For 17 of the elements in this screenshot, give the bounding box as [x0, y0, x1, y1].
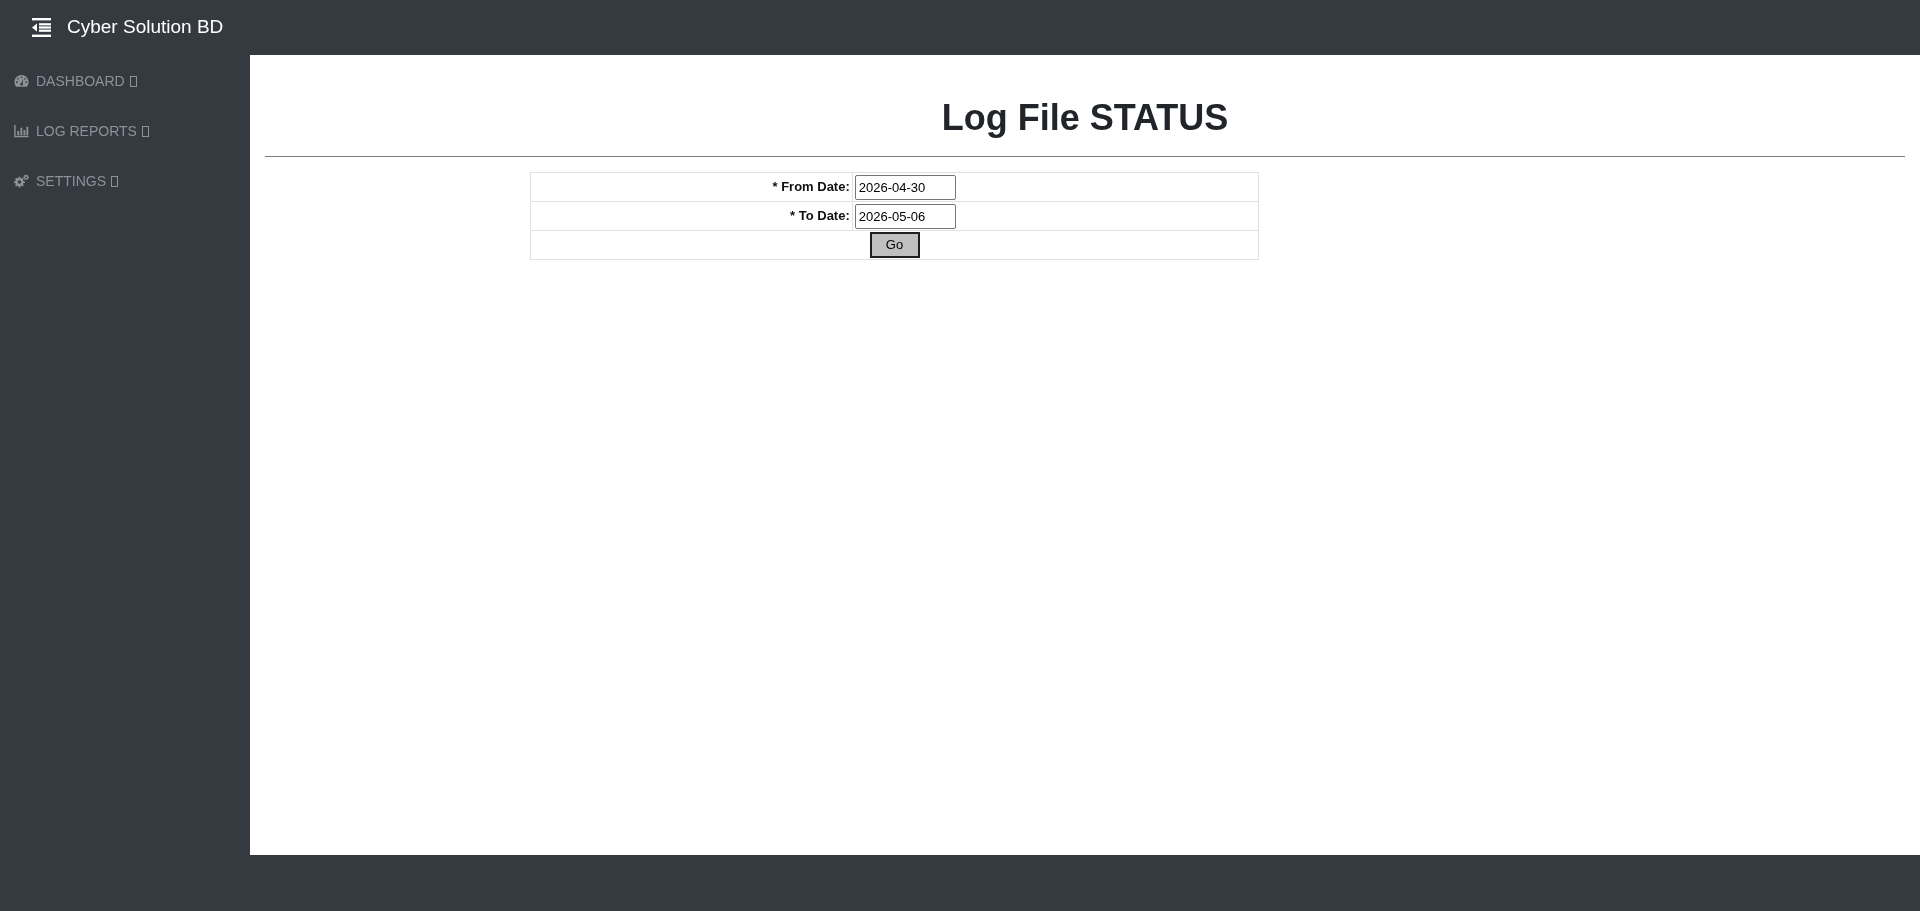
sidebar-link[interactable]: SETTINGS [0, 156, 250, 206]
date-input[interactable]: 2026-05-06 [854, 203, 956, 229]
field-label: * To Date: [790, 208, 850, 224]
field-label: * From Date: [772, 179, 850, 195]
page-title: Log File STATUS [940, 96, 1230, 140]
rectangle-icon [129, 75, 137, 87]
brand-link[interactable]: Cyber Solution BD [67, 16, 224, 39]
rectangle-icon [111, 175, 118, 187]
bar-chart-icon [14, 124, 29, 138]
sidebar-link[interactable]: DASHBOARD [0, 56, 250, 106]
menu-icon[interactable] [32, 18, 51, 37]
date-input[interactable]: 2026-04-30 [854, 174, 956, 200]
go-button[interactable]: Go [869, 232, 920, 258]
sidebar-link[interactable]: LOG REPORTS [0, 106, 250, 156]
gauge-icon [14, 74, 29, 88]
rectangle-icon [141, 125, 149, 137]
gears-icon [14, 174, 29, 188]
